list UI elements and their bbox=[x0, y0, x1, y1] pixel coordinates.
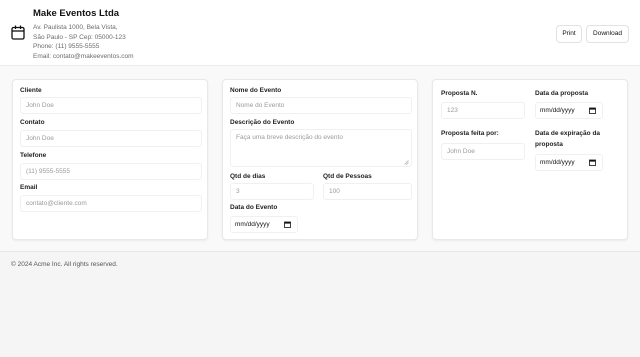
main-content: Cliente Contato Telefone Email Nome do E… bbox=[0, 66, 640, 252]
proposal-date-value: mm/dd/yyyy bbox=[540, 107, 575, 114]
calendar-picker-icon[interactable] bbox=[589, 159, 596, 166]
contact-input[interactable] bbox=[20, 130, 202, 147]
event-card: Nome do Evento Descrição do Evento Qtd d… bbox=[222, 79, 418, 240]
address-line-2: São Paulo - SP Cep: 05000-123 bbox=[33, 33, 126, 41]
event-name-input[interactable] bbox=[230, 97, 412, 114]
days-input[interactable] bbox=[230, 183, 314, 200]
download-button[interactable]: Download bbox=[586, 25, 629, 43]
proposal-made-by-label: Proposta feita por: bbox=[441, 130, 499, 137]
calendar-icon bbox=[11, 25, 25, 40]
client-label: Cliente bbox=[20, 87, 42, 94]
email-input[interactable] bbox=[20, 195, 202, 212]
event-description-label: Descrição do Evento bbox=[230, 119, 295, 126]
calendar-picker-icon[interactable] bbox=[589, 107, 596, 114]
proposal-expiry-label-line1: Data de expiração da bbox=[535, 130, 601, 137]
proposal-expiry-value: mm/dd/yyyy bbox=[540, 159, 575, 166]
people-label: Qtd de Pessoas bbox=[323, 173, 372, 180]
company-email: Email: contato@makeeventos.com bbox=[33, 52, 134, 60]
footer-copyright: © 2024 Acme Inc. All rights reserved. bbox=[11, 261, 118, 268]
event-name-label: Nome do Evento bbox=[230, 87, 282, 94]
proposal-expiry-label-line2: proposta bbox=[535, 141, 563, 148]
phone-input[interactable] bbox=[20, 163, 202, 180]
client-card: Cliente Contato Telefone Email bbox=[12, 79, 208, 240]
proposal-expiry-date-input[interactable]: mm/dd/yyyy bbox=[535, 154, 603, 171]
print-button[interactable]: Print bbox=[556, 25, 582, 43]
event-date-value: mm/dd/yyyy bbox=[235, 221, 270, 228]
company-name: Make Eventos Ltda bbox=[33, 8, 120, 19]
header: Make Eventos Ltda Av. Paulista 1000, Bel… bbox=[0, 0, 640, 66]
proposal-card: Proposta N. Data da proposta mm/dd/yyyy … bbox=[432, 79, 628, 240]
people-input[interactable] bbox=[323, 183, 412, 200]
days-label: Qtd de dias bbox=[230, 173, 266, 180]
proposal-number-input[interactable] bbox=[441, 102, 525, 119]
email-label: Email bbox=[20, 184, 38, 191]
event-date-label: Data do Evento bbox=[230, 204, 278, 211]
company-address: Av. Paulista 1000, Bela Vista, São Paulo… bbox=[33, 23, 134, 61]
proposal-expiry-label: Data de expiração da proposta bbox=[535, 129, 600, 149]
calendar-picker-icon[interactable] bbox=[284, 221, 291, 228]
address-line-1: Av. Paulista 1000, Bela Vista, bbox=[33, 24, 118, 31]
proposal-date-label: Data da proposta bbox=[535, 90, 589, 97]
proposal-made-by-input[interactable] bbox=[441, 143, 525, 160]
phone-label: Telefone bbox=[20, 152, 47, 159]
event-date-input[interactable]: mm/dd/yyyy bbox=[230, 216, 298, 233]
client-input[interactable] bbox=[20, 97, 202, 114]
contact-label: Contato bbox=[20, 119, 45, 126]
company-phone: Phone: (11) 9555-5555 bbox=[33, 43, 100, 50]
resize-handle-icon[interactable] bbox=[404, 160, 409, 165]
proposal-number-label: Proposta N. bbox=[441, 90, 478, 97]
proposal-date-input[interactable]: mm/dd/yyyy bbox=[535, 102, 603, 119]
event-description-textarea[interactable] bbox=[230, 129, 412, 167]
